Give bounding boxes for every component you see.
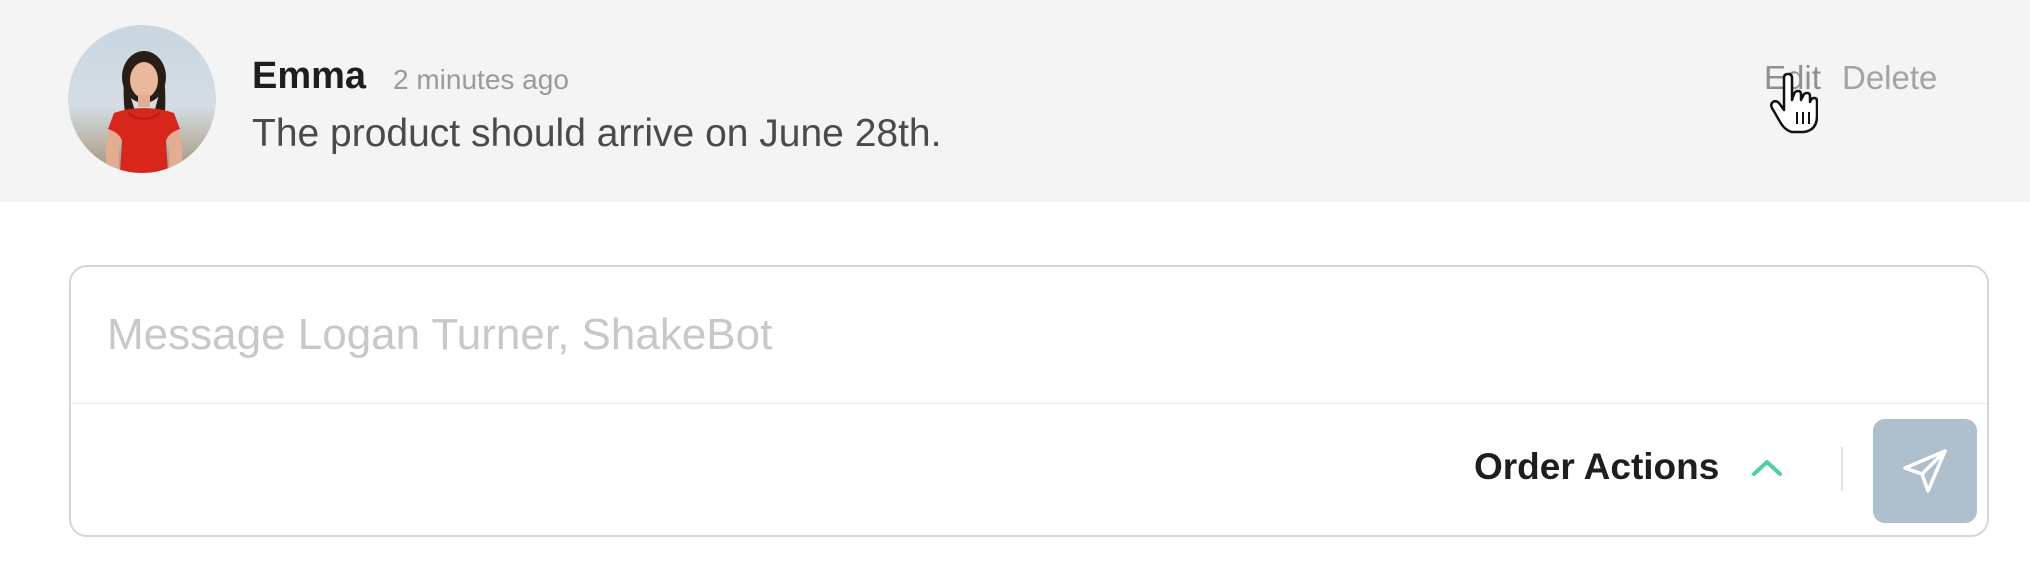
- order-actions-toggle[interactable]: Order Actions: [1474, 442, 1785, 492]
- delete-button[interactable]: Delete: [1842, 55, 1937, 101]
- message-composer: Order Actions: [69, 265, 1989, 537]
- avatar: [68, 25, 216, 173]
- chevron-up-icon: [1752, 460, 1783, 476]
- send-button[interactable]: [1873, 419, 1977, 523]
- paper-plane-icon: [1903, 449, 1947, 493]
- composer-divider: [71, 403, 1987, 404]
- toolbar-separator: [1841, 447, 1843, 491]
- message-author: Emma: [252, 55, 367, 97]
- message-text: The product should arrive on June 28th.: [252, 112, 942, 155]
- message-row: Emma 2 minutes ago The product should ar…: [0, 0, 2030, 202]
- hand-pointer-cursor-icon: [1770, 72, 1818, 134]
- message-input[interactable]: [107, 295, 1907, 375]
- avatar-portrait: [105, 51, 183, 173]
- message-timestamp: 2 minutes ago: [393, 64, 569, 95]
- order-actions-label: Order Actions: [1474, 446, 1720, 487]
